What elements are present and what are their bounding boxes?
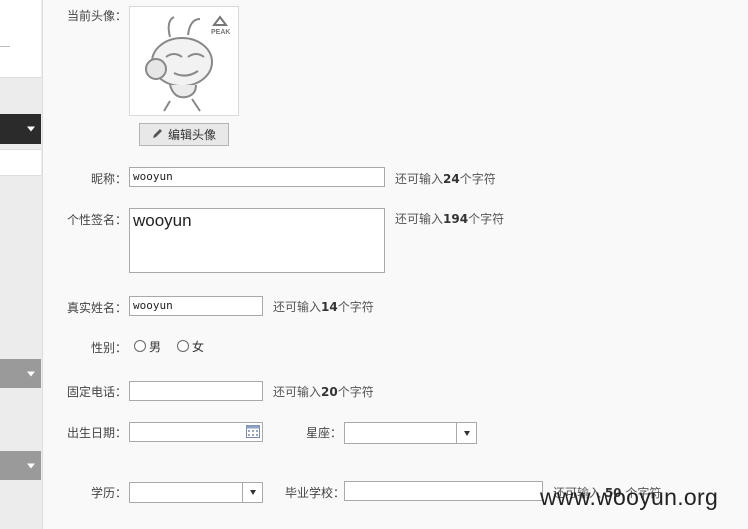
avatar-label: 当前头像： — [66, 9, 127, 23]
realname-input[interactable]: wooyun — [129, 296, 263, 316]
chevron-down-icon — [242, 483, 262, 502]
hint-prefix: 还可输入 — [395, 172, 444, 186]
nickname-label: 昵称： — [90, 172, 127, 186]
phone-label: 固定电话： — [66, 385, 127, 399]
hint-count: 194 — [443, 212, 469, 226]
ant-mascot-avatar: PEAK — [145, 15, 230, 112]
zodiac-select[interactable] — [344, 422, 477, 444]
hint-prefix: 还可输入 — [395, 212, 444, 226]
calendar-icon[interactable] — [246, 425, 260, 441]
birthday-label: 出生日期： — [66, 426, 127, 440]
gender-female-label[interactable]: 女 — [192, 338, 204, 355]
edit-avatar-label: 编辑头像 — [167, 128, 216, 142]
hint-prefix: 还可输入 — [273, 300, 322, 314]
gender-male-label[interactable]: 男 — [149, 338, 161, 355]
phone-hint: 还可输入20个字符 — [273, 383, 374, 400]
education-select[interactable] — [129, 482, 263, 503]
sidebar-panel — [0, 0, 41, 78]
gender-label: 性别： — [90, 341, 127, 355]
birthday-input[interactable] — [129, 422, 263, 442]
chevron-down-icon — [27, 371, 35, 376]
realname-hint: 还可输入14个字符 — [273, 298, 374, 315]
zodiac-label: 星座： — [306, 426, 343, 440]
education-label: 学历： — [90, 486, 127, 500]
gender-male-radio[interactable] — [134, 340, 146, 352]
hint-suffix: 个字符 — [459, 172, 496, 186]
hint-suffix: 个字符 — [337, 300, 374, 314]
sidebar-panel-corner — [0, 36, 10, 47]
hint-count: 14 — [321, 300, 338, 314]
school-input[interactable] — [344, 481, 543, 501]
signature-textarea[interactable]: wooyun — [129, 208, 385, 273]
watermark: www.wooyun.org — [540, 484, 719, 510]
avatar-image: PEAK — [129, 6, 239, 116]
sidebar-menu-header[interactable] — [0, 451, 41, 480]
sidebar-menu-header-active[interactable] — [0, 114, 41, 144]
chevron-down-icon — [27, 126, 35, 132]
hint-count: 20 — [321, 385, 338, 399]
phone-input[interactable] — [129, 381, 263, 401]
left-sidebar — [0, 0, 43, 529]
hint-prefix: 还可输入 — [273, 385, 322, 399]
edit-avatar-button[interactable]: 编辑头像 — [139, 123, 229, 146]
hint-suffix: 个字符 — [337, 385, 374, 399]
peak-logo-text: PEAK — [211, 29, 230, 36]
hint-suffix: 个字符 — [468, 212, 505, 226]
realname-label: 真实姓名： — [66, 301, 127, 315]
signature-label: 个性签名： — [66, 213, 127, 227]
school-label: 毕业学校： — [285, 486, 346, 500]
chevron-down-icon — [456, 423, 476, 443]
hint-count: 24 — [443, 172, 460, 186]
pencil-icon — [152, 128, 163, 142]
nickname-input[interactable]: wooyun — [129, 167, 385, 187]
chevron-down-icon — [27, 463, 35, 468]
signature-hint: 还可输入194个字符 — [395, 210, 504, 227]
sidebar-menu-item[interactable] — [0, 149, 41, 176]
nickname-hint: 还可输入24个字符 — [395, 170, 496, 187]
gender-female-radio[interactable] — [177, 340, 189, 352]
peak-logo — [212, 15, 228, 26]
sidebar-menu-header[interactable] — [0, 359, 41, 388]
